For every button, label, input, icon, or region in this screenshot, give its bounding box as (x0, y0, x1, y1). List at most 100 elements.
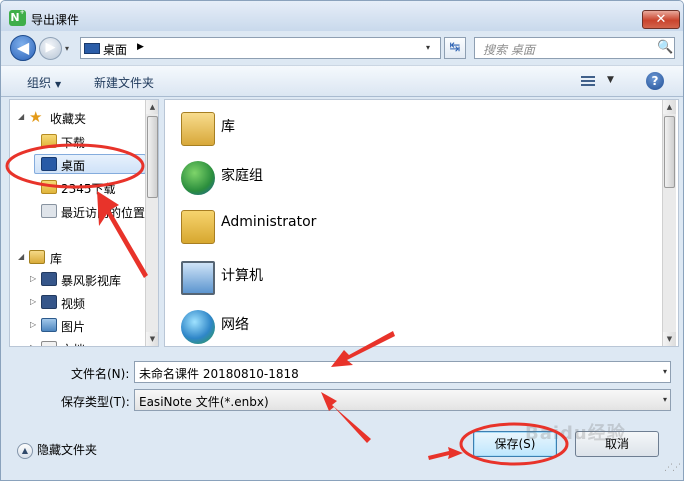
item-name: 计算机 (221, 268, 263, 284)
address-dropdown-icon[interactable]: ▾ (426, 43, 430, 52)
folder-icon (41, 180, 57, 194)
list-item-network[interactable]: 网络 (181, 310, 651, 346)
nav-item-2345-downloads[interactable]: 2345下载 (10, 178, 150, 198)
list-item-libraries[interactable]: 库 (181, 112, 651, 152)
nav-item-label: 2345下载 (61, 182, 116, 196)
file-list: 库 家庭组 Administrator 计算机 网络 ▲ ▼ (164, 99, 679, 347)
filename-input[interactable]: 未命名课件 20180810-1818 ▾ (134, 361, 671, 383)
download-folder-icon (41, 134, 57, 148)
expand-icon[interactable]: ◢ (18, 112, 24, 121)
organize-button[interactable]: 组织 ▼ (27, 74, 61, 91)
computer-icon (181, 261, 215, 295)
pictures-icon (41, 318, 57, 332)
desktop-icon (84, 43, 100, 54)
search-input[interactable]: 搜索 桌面 (483, 41, 535, 58)
network-icon (181, 310, 215, 344)
recent-places-icon (41, 204, 57, 218)
filename-dropdown-icon[interactable]: ▾ (663, 367, 667, 376)
nav-item-baofeng-library[interactable]: ▷ 暴风影视库 (10, 270, 150, 290)
expand-icon[interactable]: ▷ (30, 343, 36, 346)
nav-item-downloads[interactable]: 下载 (10, 132, 150, 152)
window-title: 导出课件 (31, 13, 80, 27)
view-options-icon[interactable] (581, 74, 597, 88)
filetype-value[interactable]: EasiNote 文件(*.enbx) (139, 395, 269, 409)
navigation-pane: ◢ ★ 收藏夹 下载 桌面 2345下载 最近访问的位置 ◢ 库 ▷ 暴风影视库… (9, 99, 159, 347)
address-bar[interactable]: 桌面 ▶ ▾ (80, 37, 441, 59)
close-button[interactable]: ✕ (642, 10, 680, 29)
nav-item-label: 桌面 (61, 159, 86, 173)
title-bar: N+ 导出课件 ✕ (1, 1, 683, 31)
list-scrollbar[interactable]: ▲ ▼ (662, 100, 676, 346)
expand-icon[interactable]: ◢ (18, 252, 24, 261)
command-bar: 组织 ▼ 新建文件夹 ▼ ? (1, 65, 683, 97)
nav-item-libraries[interactable]: ◢ 库 (10, 248, 150, 268)
nav-item-label: 最近访问的位置 (61, 206, 146, 220)
resize-grip-icon[interactable]: ⋰⋰ (664, 463, 681, 477)
back-button[interactable]: ◀ (10, 35, 36, 61)
item-name: 家庭组 (221, 168, 263, 184)
desktop-icon (41, 157, 57, 171)
nav-scrollbar[interactable]: ▲ ▼ (145, 100, 158, 346)
scroll-down-icon[interactable]: ▼ (146, 332, 158, 346)
save-dialog: N+ 导出课件 ✕ ◀ ▶ ▾ 桌面 ▶ ▾ ↹ 搜索 桌面 🔍 组织 ▼ 新建文… (0, 0, 684, 481)
breadcrumb[interactable]: 桌面 (103, 41, 127, 58)
nav-item-desktop[interactable]: 桌面 (34, 154, 146, 174)
search-box[interactable]: 搜索 桌面 🔍 (474, 37, 675, 59)
organize-caret-icon: ▼ (55, 80, 62, 89)
expand-icon[interactable]: ▷ (30, 274, 36, 283)
watermark: Baidu经验 (525, 423, 626, 444)
hide-folders-label: 隐藏文件夹 (37, 443, 98, 457)
star-icon: ★ (29, 108, 43, 126)
filetype-select[interactable]: EasiNote 文件(*.enbx) ▾ (134, 389, 671, 411)
expand-icon[interactable]: ▷ (30, 297, 36, 306)
recent-pages-caret-icon[interactable]: ▾ (65, 44, 69, 53)
nav-item-favorites[interactable]: ◢ ★ 收藏夹 (10, 108, 150, 128)
navigation-bar: ◀ ▶ ▾ 桌面 ▶ ▾ ↹ 搜索 桌面 🔍 (1, 31, 683, 63)
filename-value[interactable]: 未命名课件 20180810-1818 (139, 367, 299, 381)
refresh-button[interactable]: ↹ (444, 37, 466, 59)
video-library-icon (41, 272, 57, 286)
nav-item-recent-places[interactable]: 最近访问的位置 (10, 202, 150, 222)
new-folder-button[interactable]: 新建文件夹 (94, 74, 154, 91)
item-name: 网络 (221, 317, 249, 333)
list-item-administrator[interactable]: Administrator (181, 210, 651, 250)
scroll-up-icon[interactable]: ▲ (146, 100, 158, 114)
filetype-dropdown-icon[interactable]: ▾ (663, 395, 667, 404)
help-button[interactable]: ? (646, 72, 664, 90)
forward-button[interactable]: ▶ (39, 37, 62, 60)
list-item-computer[interactable]: 计算机 (181, 261, 651, 301)
libraries-icon (181, 112, 215, 146)
nav-item-label: 视频 (61, 297, 86, 311)
nav-item-label: 收藏夹 (50, 112, 87, 126)
search-icon[interactable]: 🔍 (657, 40, 673, 55)
scroll-thumb[interactable] (664, 116, 675, 188)
item-name: Administrator (221, 214, 317, 230)
documents-icon (41, 341, 57, 346)
nav-item-pictures[interactable]: ▷ 图片 (10, 316, 150, 336)
nav-item-videos[interactable]: ▷ 视频 (10, 293, 150, 313)
filename-label: 文件名(N): (71, 367, 130, 381)
breadcrumb-chevron-icon[interactable]: ▶ (137, 42, 144, 52)
user-folder-icon (181, 210, 215, 244)
collapse-icon: ▲ (17, 442, 33, 459)
item-name: 库 (221, 119, 235, 135)
easinote-icon: N+ (9, 9, 26, 26)
videos-icon (41, 295, 57, 309)
scroll-thumb[interactable] (147, 116, 158, 198)
filetype-label: 保存类型(T): (61, 395, 130, 409)
nav-item-label: 下载 (61, 136, 86, 150)
save-form: 文件名(N): 未命名课件 20180810-1818 ▾ 保存类型(T): E… (1, 349, 683, 480)
nav-item-label: 图片 (61, 320, 86, 334)
view-caret-icon[interactable]: ▼ (607, 75, 614, 85)
expand-icon[interactable]: ▷ (30, 320, 36, 329)
nav-item-label: 文档 (61, 341, 85, 346)
scroll-down-icon[interactable]: ▼ (663, 332, 676, 346)
nav-item-documents[interactable]: ▷ 文档 (10, 339, 150, 346)
hide-folders-toggle[interactable]: ▲ 隐藏文件夹 (17, 441, 97, 459)
nav-item-label: 库 (50, 252, 63, 266)
nav-item-label: 暴风影视库 (61, 274, 122, 288)
library-icon (29, 250, 45, 264)
list-item-homegroup[interactable]: 家庭组 (181, 161, 651, 201)
scroll-up-icon[interactable]: ▲ (663, 100, 676, 114)
organize-label: 组织 (27, 76, 52, 90)
